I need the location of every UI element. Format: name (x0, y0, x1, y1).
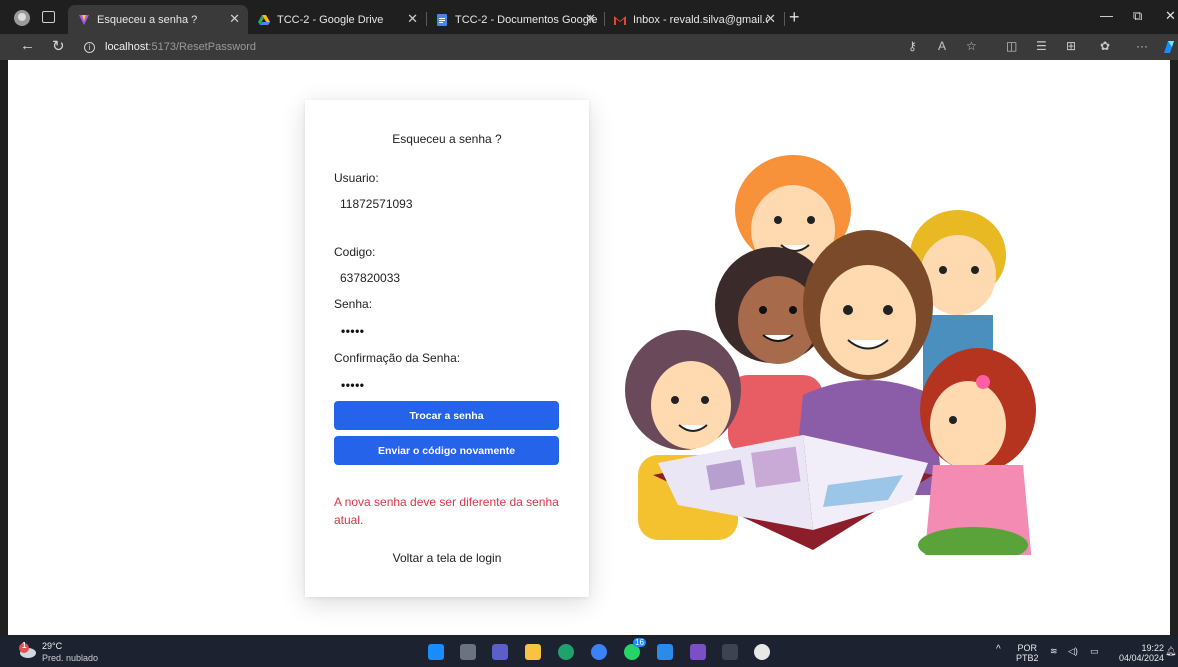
close-tab-icon[interactable]: ✕ (407, 11, 418, 27)
reenviar-codigo-button[interactable]: Enviar o código novamente (334, 436, 559, 465)
copilot-icon[interactable] (1162, 39, 1176, 55)
tab-esqueceu-senha[interactable]: Esqueceu a senha ? ✕ (68, 5, 248, 34)
codigo-label: Codigo: (334, 245, 376, 259)
address-bar: ← ↻ i localhost :5173/ResetPassword ⚷ A … (0, 34, 1178, 60)
vite-icon (79, 14, 89, 25)
github-icon[interactable] (754, 644, 770, 660)
senha-label: Senha: (334, 297, 373, 311)
trocar-senha-button[interactable]: Trocar a senha (334, 401, 559, 430)
error-message: A nova senha deve ser diferente da senha… (334, 495, 559, 527)
weather-cloud-icon[interactable] (18, 642, 36, 660)
task-view-icon[interactable] (460, 644, 476, 660)
close-window-icon[interactable]: ✕ (1165, 8, 1176, 24)
whatsapp-badge: 16 (633, 638, 646, 647)
weather-desc: Pred. nublado (42, 653, 99, 663)
favorite-star-icon[interactable]: ☆ (966, 39, 977, 53)
kids-reading-illustration (625, 155, 1036, 555)
language-indicator[interactable]: POR PTB2 (1016, 643, 1039, 663)
close-tab-icon[interactable]: ✕ (765, 11, 776, 27)
tab-title: Esqueceu a senha ? (97, 13, 198, 26)
windows-start-icon[interactable] (428, 644, 444, 660)
url-field[interactable]: i localhost :5173/ResetPassword (84, 37, 984, 57)
extensions-icon[interactable]: ✿ (1100, 39, 1110, 53)
gmail-icon (614, 15, 626, 25)
favorites-icon[interactable]: ☰ (1036, 39, 1047, 53)
tab-gmail-inbox[interactable]: Inbox - revald.silva@gmail.com ✕ (604, 5, 785, 34)
close-tab-icon[interactable]: ✕ (585, 11, 596, 27)
chevron-up-icon[interactable]: ^ (996, 645, 1001, 655)
profile-avatar-icon[interactable] (14, 10, 30, 26)
windows-taskbar: 1 29°C Pred. nublado 16 ^ POR PTB2 ≋ ◁) … (0, 637, 1178, 667)
clock-time: 19:22 (1141, 643, 1164, 653)
page-viewport: Esqueceu a senha ? Usuario: Codigo: Senh… (8, 60, 1170, 635)
reload-icon[interactable]: ↻ (52, 37, 65, 55)
tab-actions-icon[interactable] (42, 11, 55, 23)
back-to-login-link[interactable]: Voltar a tela de login (305, 551, 589, 565)
page-title: Esqueceu a senha ? (392, 132, 502, 146)
tab-title: Inbox - revald.silva@gmail.com (633, 13, 768, 26)
notification-bell-icon[interactable]: 🔔︎ (1165, 646, 1176, 656)
new-tab-icon[interactable]: + (789, 7, 800, 28)
browser-tab-bar: Esqueceu a senha ? ✕ TCC-2 - Google Driv… (0, 0, 1178, 34)
tab-title: TCC-2 - Documentos Google (455, 13, 598, 26)
terminal-icon[interactable] (722, 644, 738, 660)
password-key-icon[interactable]: ⚷ (908, 39, 917, 53)
back-arrow-icon[interactable]: ← (20, 37, 35, 54)
tab-title: TCC-2 - Google Drive (277, 13, 384, 26)
google-docs-icon (437, 13, 447, 26)
restore-icon[interactable]: ⧉ (1133, 8, 1142, 24)
visual-studio-icon[interactable] (690, 644, 706, 660)
clock[interactable]: 19:22 04/04/2024 (1108, 643, 1164, 663)
tab-separator (784, 12, 785, 26)
vscode-icon[interactable] (657, 644, 673, 660)
language-bottom: PTB2 (1016, 653, 1039, 663)
volume-icon[interactable]: ◁) (1068, 646, 1078, 656)
google-drive-icon (258, 14, 270, 25)
confirm-senha-label: Confirmação da Senha: (334, 351, 461, 365)
url-path: :5173/ResetPassword (148, 41, 257, 53)
read-aloud-icon[interactable]: A (938, 39, 946, 53)
tab-google-drive[interactable]: TCC-2 - Google Drive ✕ (248, 5, 427, 34)
language-top: POR (1017, 643, 1038, 653)
battery-icon[interactable]: ▭ (1090, 646, 1099, 656)
codigo-input[interactable] (340, 271, 540, 285)
site-info-icon[interactable]: i (84, 41, 95, 53)
senha-input[interactable]: ••••• (341, 324, 365, 338)
collections-icon[interactable]: ⊞ (1066, 39, 1076, 53)
weather-temp: 29°C (42, 641, 63, 651)
edge-browser-icon[interactable] (558, 644, 574, 660)
clock-date: 04/04/2024 (1118, 653, 1164, 663)
split-screen-icon[interactable]: ◫ (1006, 39, 1017, 53)
more-menu-icon[interactable]: ··· (1136, 39, 1148, 53)
file-explorer-icon[interactable] (525, 644, 541, 660)
confirm-senha-input[interactable]: ••••• (341, 378, 365, 392)
weather-badge: 1 (22, 641, 27, 650)
usuario-input[interactable] (340, 197, 540, 211)
url-host: localhost (105, 41, 149, 53)
teams-icon[interactable] (492, 644, 508, 660)
wifi-icon[interactable]: ≋ (1050, 646, 1058, 656)
close-tab-icon[interactable]: ✕ (229, 11, 240, 27)
girl-red-hair (918, 348, 1036, 555)
minimize-icon[interactable]: — (1100, 8, 1113, 23)
usuario-label: Usuario: (334, 171, 379, 185)
tab-google-docs[interactable]: TCC-2 - Documentos Google ✕ (426, 5, 605, 34)
reset-password-card: Esqueceu a senha ? Usuario: Codigo: Senh… (305, 100, 589, 597)
chrome-dev-icon[interactable] (591, 644, 607, 660)
